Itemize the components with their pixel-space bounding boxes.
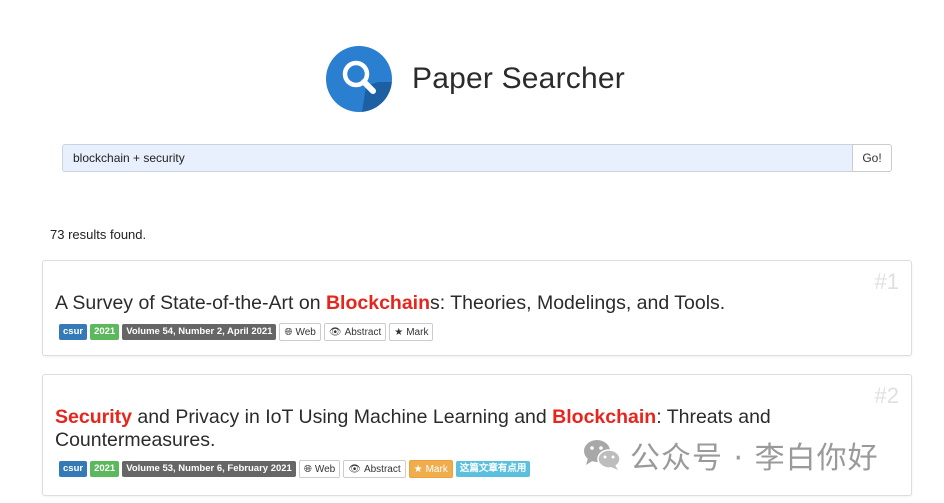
eye-icon: 👁︎: [328, 326, 342, 338]
title-highlight: Blockchain: [325, 292, 431, 314]
app-header: Paper Searcher: [326, 46, 625, 112]
result-rank: #2: [874, 383, 899, 408]
result-title[interactable]: A Survey of State-of-the-Art on Blockcha…: [55, 292, 851, 315]
volume-badge: Volume 54, Number 2, April 2021: [122, 324, 277, 340]
globe-icon: 🌐︎: [284, 326, 293, 338]
abstract-label: Abstract: [344, 326, 382, 338]
result-rank: #1: [874, 269, 899, 294]
title-text: s: Theories, Modelings, and Tools.: [430, 292, 726, 314]
result-badges: csur 2021 Volume 54, Number 2, April 202…: [59, 323, 436, 341]
year-badge: 2021: [90, 324, 120, 340]
title-highlight: Security: [55, 406, 132, 428]
note-badge[interactable]: 这篇文章有点用: [455, 461, 531, 477]
results-count: 73 results found.: [50, 227, 147, 242]
watermark-text: 公众号 · 李白你好: [630, 441, 879, 476]
mark-label: Mark: [425, 463, 448, 475]
mark-button[interactable]: ★ Mark: [389, 323, 434, 341]
result-badges: csur 2021 Volume 53, Number 6, February …: [59, 460, 533, 478]
eye-icon: 👁︎: [348, 463, 361, 475]
search-input[interactable]: [62, 144, 852, 172]
wechat-icon: [584, 440, 621, 470]
search-bar: Go!: [62, 144, 892, 172]
web-label: Web: [295, 326, 316, 338]
abstract-button[interactable]: 👁︎ Abstract: [343, 460, 406, 478]
mark-label: Mark: [406, 326, 429, 338]
venue-badge: csur: [59, 461, 88, 477]
watermark: 公众号 · 李白你好: [582, 433, 879, 477]
year-badge: 2021: [90, 461, 120, 477]
title-highlight: Blockchain: [552, 406, 657, 428]
title-text: and Privacy in IoT Using Machine Learnin…: [131, 406, 553, 428]
go-button[interactable]: Go!: [852, 144, 892, 172]
web-button[interactable]: 🌐︎ Web: [279, 323, 321, 341]
app-title: Paper Searcher: [412, 62, 625, 95]
result-card: #1 A Survey of State-of-the-Art on Block…: [42, 260, 912, 356]
star-icon: ★: [413, 463, 423, 475]
web-label: Web: [314, 463, 336, 475]
abstract-label: Abstract: [363, 463, 401, 475]
globe-icon: 🌐︎: [303, 463, 312, 475]
title-text: A Survey of State-of-the-Art on: [55, 292, 326, 314]
web-button[interactable]: 🌐︎ Web: [298, 460, 341, 478]
mark-button-active[interactable]: ★ Mark: [408, 460, 453, 478]
search-logo-icon: [326, 46, 392, 112]
star-icon: ★: [394, 326, 404, 338]
abstract-button[interactable]: 👁︎ Abstract: [323, 323, 387, 341]
venue-badge: csur: [59, 324, 88, 340]
volume-badge: Volume 53, Number 6, February 2021: [122, 461, 296, 477]
